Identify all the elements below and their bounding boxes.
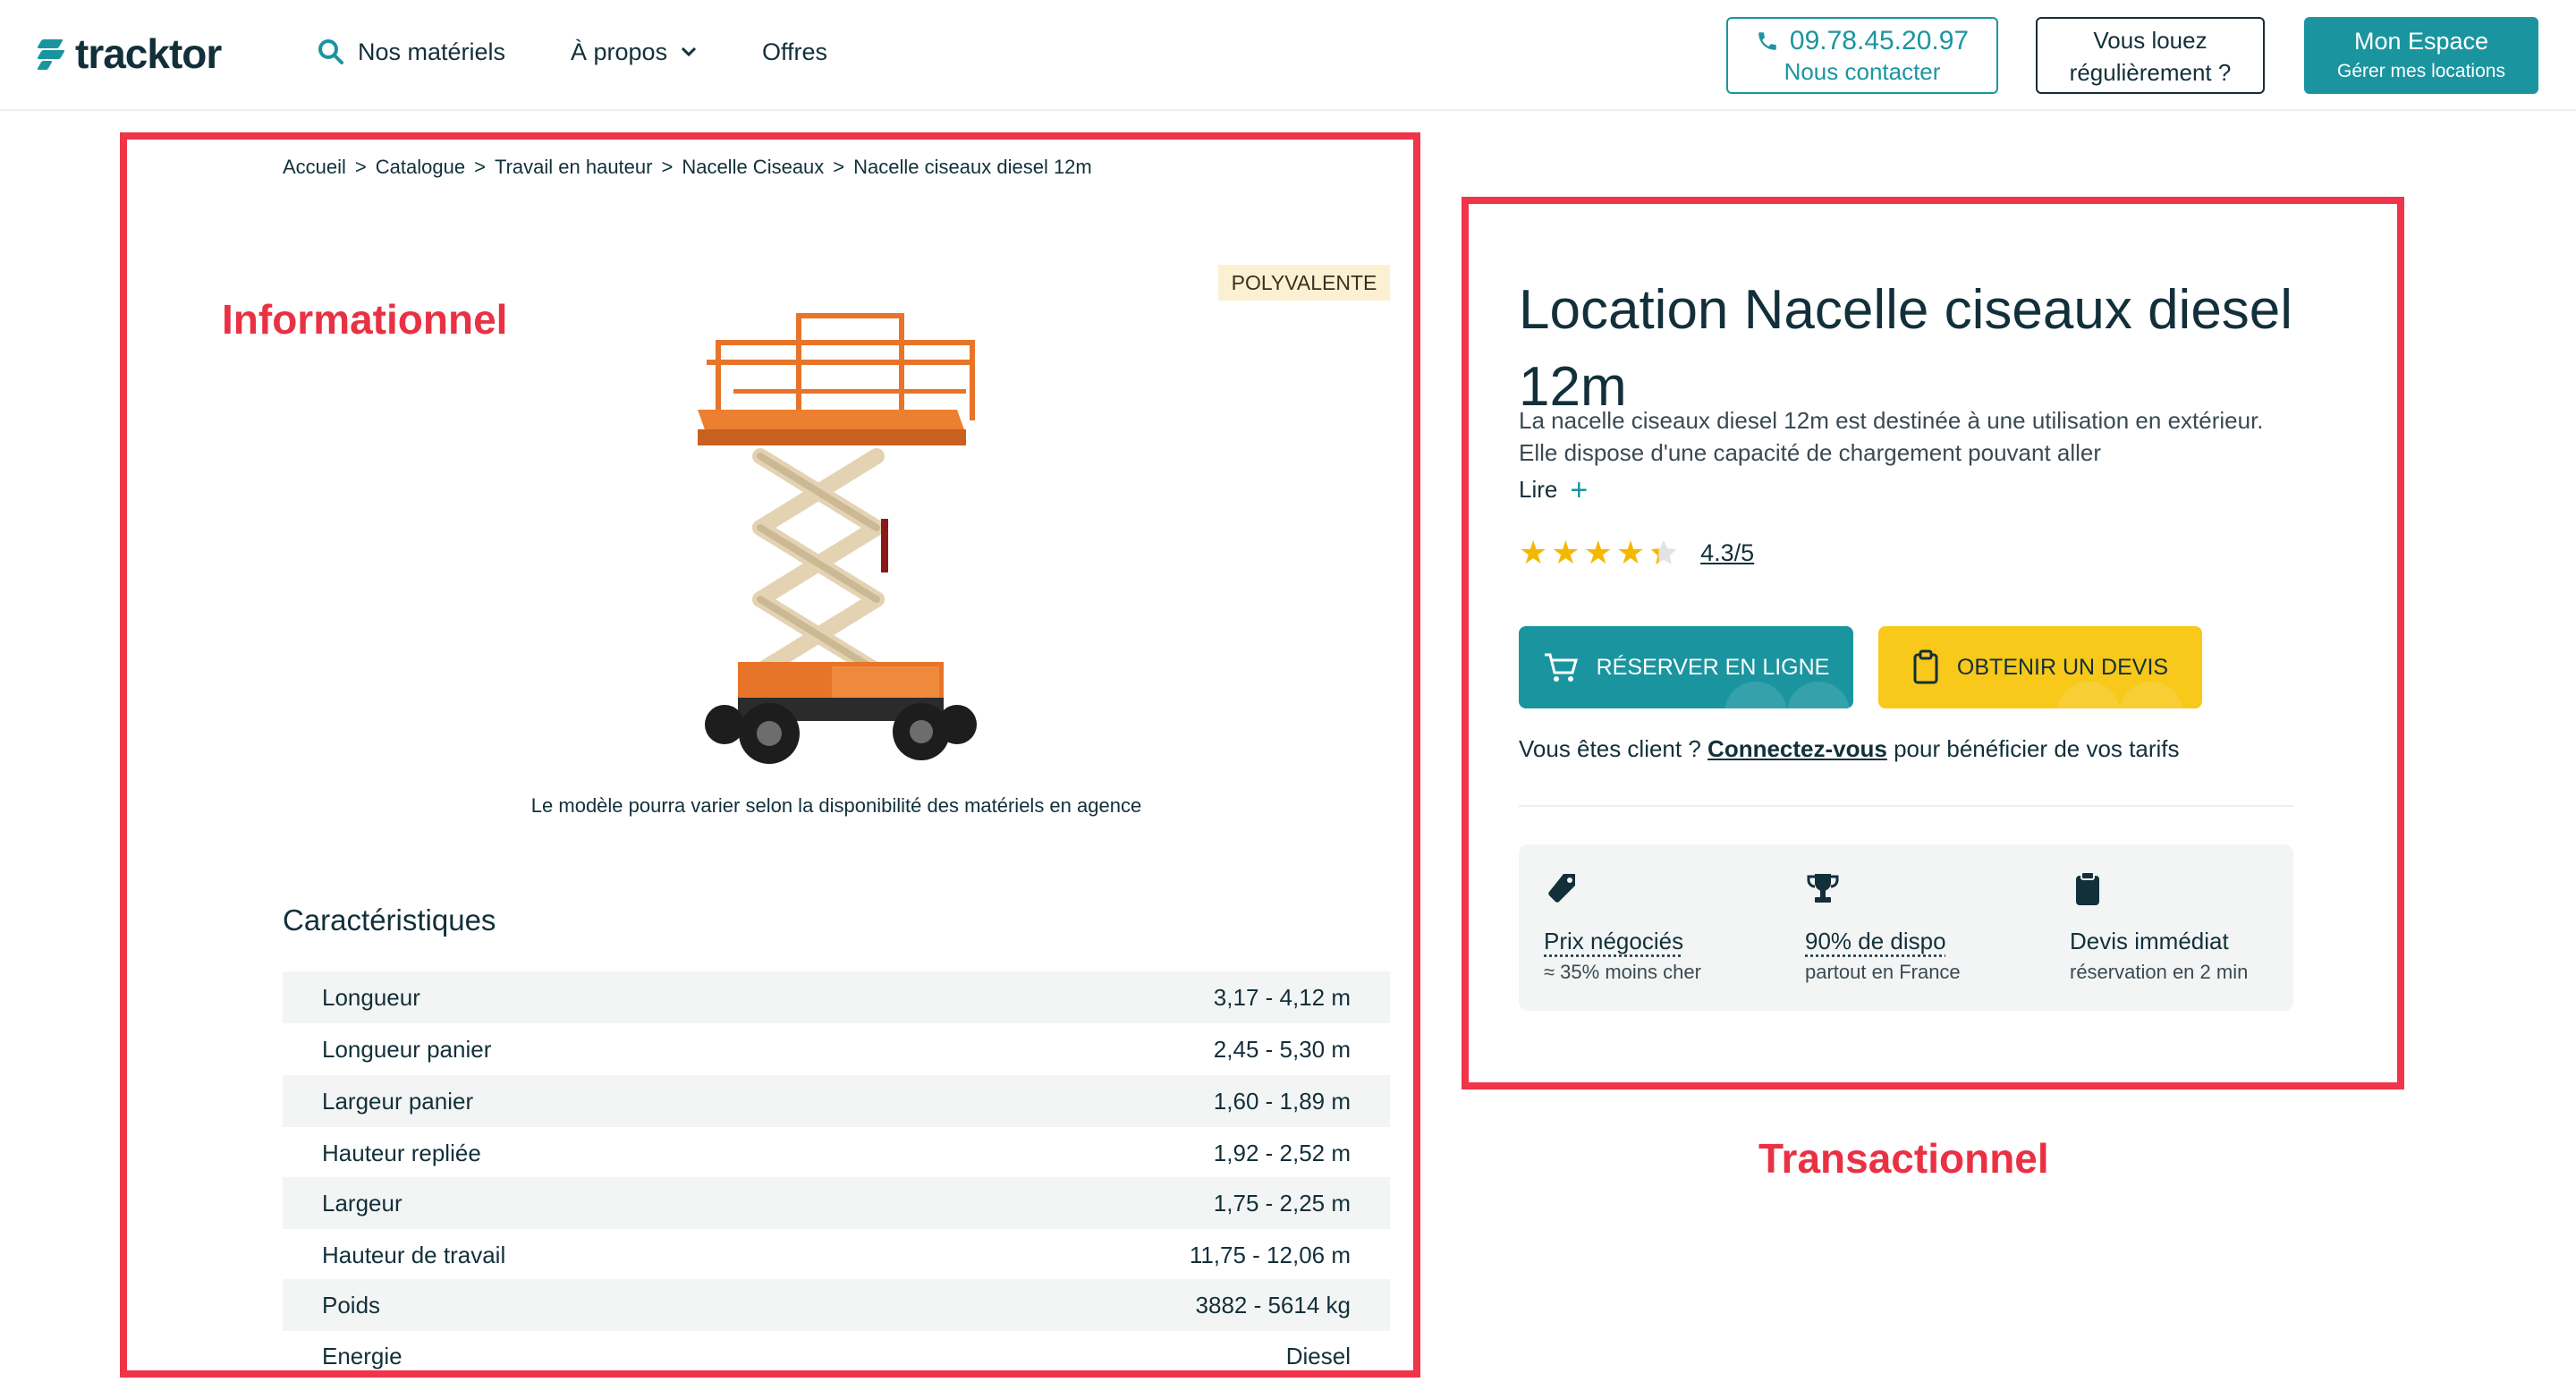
phone-icon (1758, 32, 1776, 50)
logo-mark-icon (36, 38, 68, 70)
search-icon (318, 39, 343, 64)
contact-phone-button[interactable]: 09.78.45.20.97 Nous contacter (1726, 17, 1998, 94)
nav-a-propos[interactable]: À propos (571, 34, 698, 70)
nav-label: Offres (762, 38, 828, 65)
regular-line1: Vous louez (2093, 27, 2207, 54)
regular-rental-button[interactable]: Vous louez régulièrement ? (2036, 17, 2265, 94)
mon-espace-button[interactable]: Mon Espace Gérer mes locations (2304, 17, 2538, 94)
tracktor-logo[interactable]: tracktor (36, 30, 222, 77)
contact-label: Nous contacter (1784, 58, 1941, 85)
regular-line2: régulièrement ? (2069, 59, 2232, 86)
transactional-annotation-frame (1462, 197, 2404, 1090)
annotation-transactionnel: Transactionnel (1758, 1135, 2049, 1182)
nav-label: À propos (571, 38, 668, 65)
nav-offres[interactable]: Offres (762, 34, 827, 70)
logo-text: tracktor (75, 30, 222, 77)
espace-line1: Mon Espace (2353, 28, 2489, 55)
espace-line2: Gérer mes locations (2337, 61, 2505, 81)
nav-nos-materiels[interactable]: Nos matériels (317, 34, 505, 70)
chevron-down-icon (682, 47, 697, 57)
site-header: tracktor Nos matériels À propos Offres 0… (0, 0, 2576, 111)
nav-label: Nos matériels (358, 38, 506, 65)
phone-number: 09.78.45.20.97 (1789, 26, 1970, 55)
informational-annotation-frame (120, 132, 1420, 1378)
